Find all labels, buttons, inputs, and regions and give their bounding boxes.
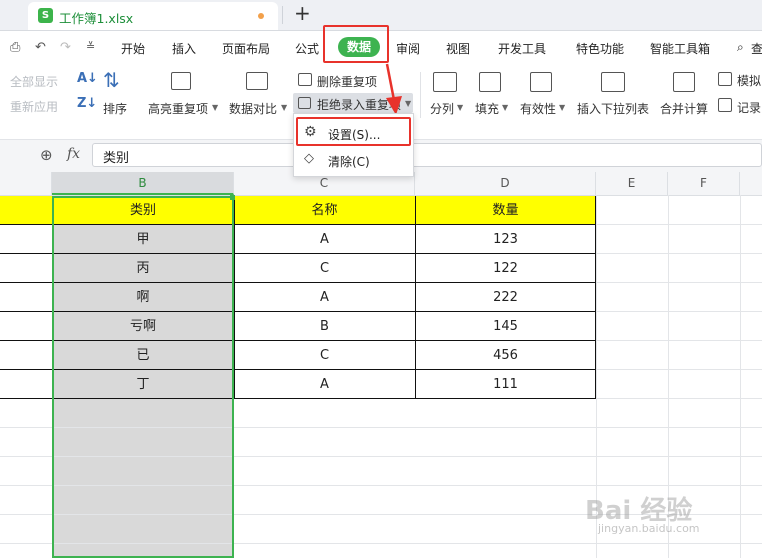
table-cell[interactable]: 甲 <box>52 225 234 254</box>
zoom-icon[interactable]: ⊕ <box>40 146 53 164</box>
fill-icon <box>479 72 501 92</box>
table-cell[interactable]: 222 <box>415 283 596 312</box>
column-header-f[interactable]: F <box>668 172 740 195</box>
fill-button[interactable]: 填充 <box>475 100 499 117</box>
validity-button[interactable]: 有效性 <box>520 100 556 117</box>
chevron-down-icon[interactable]: ▼ <box>502 103 508 112</box>
insert-dropdown-list-icon <box>601 72 625 92</box>
column-header-g[interactable] <box>740 172 762 195</box>
table-cell[interactable]: C <box>234 254 415 283</box>
table-header-cell-name[interactable]: 名称 <box>234 196 415 225</box>
menu-search[interactable]: 查 <box>751 40 762 57</box>
fx-icon[interactable]: fx <box>67 146 80 162</box>
table-cell[interactable]: C <box>234 341 415 370</box>
menu-view[interactable]: 视图 <box>446 40 470 57</box>
simulate-button[interactable]: 模拟 <box>737 72 761 89</box>
table-cell[interactable]: 丙 <box>52 254 234 283</box>
column-header-d[interactable]: D <box>415 172 596 195</box>
simulate-icon <box>718 72 732 86</box>
chevron-down-icon[interactable]: ▼ <box>457 103 463 112</box>
table-header-cell-quantity[interactable]: 数量 <box>415 196 596 225</box>
quick-access-more-icon[interactable]: ≚ <box>86 40 95 53</box>
table-cell[interactable]: A <box>234 370 415 399</box>
unsaved-indicator-icon <box>258 13 264 19</box>
validity-icon <box>530 72 552 92</box>
menu-review[interactable]: 审阅 <box>396 40 420 57</box>
split-column-icon <box>433 72 457 92</box>
consolidate-icon <box>673 72 695 92</box>
baidu-watermark-url: jingyan.baidu.com <box>598 522 700 535</box>
redo-icon[interactable]: ↷ <box>60 40 71 55</box>
data-tab-highlight-box <box>323 25 389 63</box>
ribbon-divider <box>420 72 421 118</box>
record-icon <box>718 98 732 112</box>
menu-home[interactable]: 开始 <box>121 40 145 57</box>
menu-insert[interactable]: 插入 <box>172 40 196 57</box>
undo-icon[interactable]: ↶ <box>35 40 46 55</box>
table-cell[interactable]: 已 <box>52 341 234 370</box>
table-cell[interactable]: 123 <box>415 225 596 254</box>
print-preview-icon[interactable]: ⎙ <box>10 40 20 55</box>
clear-menu-label: 清除(C) <box>328 155 370 169</box>
table-cell[interactable]: 456 <box>415 341 596 370</box>
consolidate-button[interactable]: 合并计算 <box>660 100 708 117</box>
table-cell[interactable]: 145 <box>415 312 596 341</box>
document-title: 工作簿1.xlsx <box>59 11 134 26</box>
table-header-cell-category[interactable]: 类别 <box>52 196 234 225</box>
new-tab-button[interactable]: + <box>294 1 311 25</box>
document-tab[interactable]: S 工作簿1.xlsx <box>28 2 278 30</box>
insert-dropdown-list-button[interactable]: 插入下拉列表 <box>577 100 649 117</box>
menu-developer[interactable]: 开发工具 <box>498 40 546 57</box>
formula-input[interactable]: 类别 <box>92 143 762 167</box>
record-button[interactable]: 记录 <box>737 99 761 116</box>
table-cell[interactable]: A <box>234 283 415 312</box>
clear-menu-item[interactable]: ◇ 清除(C) <box>294 148 411 172</box>
spreadsheet-app-icon: S <box>38 8 53 23</box>
eraser-icon: ◇ <box>304 151 314 166</box>
table-cell[interactable]: B <box>234 312 415 341</box>
table-cell[interactable]: 111 <box>415 370 596 399</box>
column-header-e[interactable]: E <box>596 172 668 195</box>
table-cell[interactable]: 亏啊 <box>52 312 234 341</box>
table-cell[interactable]: 122 <box>415 254 596 283</box>
menu-smart-toolbox[interactable]: 智能工具箱 <box>650 40 710 57</box>
formula-content: 类别 <box>103 151 130 166</box>
menu-special-features[interactable]: 特色功能 <box>576 40 624 57</box>
menu-formula[interactable]: 公式 <box>295 40 319 57</box>
table-cell[interactable]: A <box>234 225 415 254</box>
column-header-a[interactable] <box>0 172 52 195</box>
table-cell[interactable]: 丁 <box>52 370 234 399</box>
tab-divider <box>282 6 283 24</box>
table-cell[interactable]: 啊 <box>52 283 234 312</box>
settings-highlight-box <box>296 117 411 146</box>
chevron-down-icon[interactable]: ▼ <box>559 103 565 112</box>
menu-page-layout[interactable]: 页面布局 <box>222 40 270 57</box>
split-column-button[interactable]: 分列 <box>430 100 454 117</box>
column-header-b[interactable]: B <box>52 172 234 195</box>
search-icon[interactable]: ⌕ <box>737 40 744 55</box>
